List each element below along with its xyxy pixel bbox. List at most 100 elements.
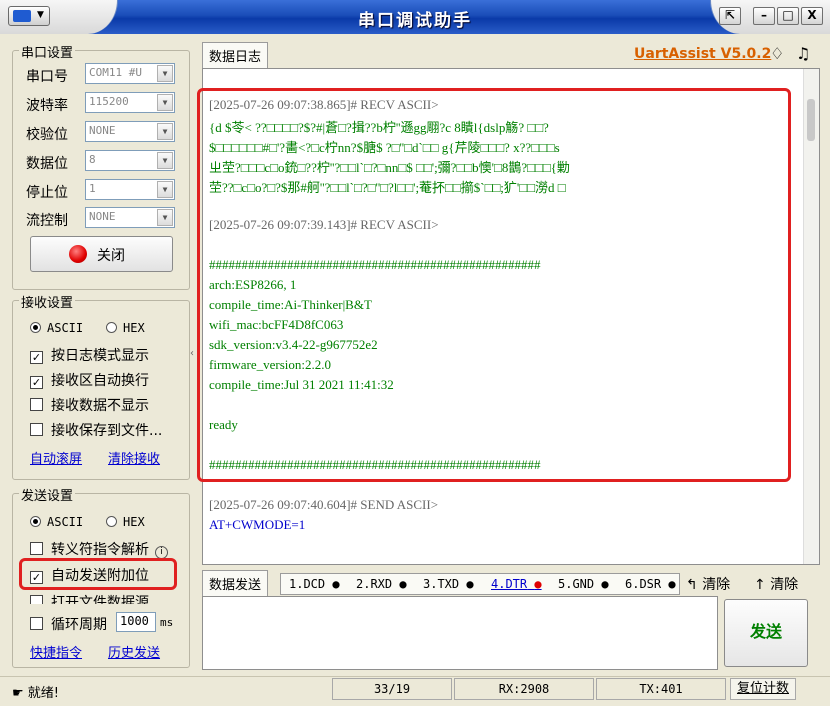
- check-icon: ✓: [30, 376, 43, 389]
- receive-log-mode-checkbox[interactable]: ✓ 按日志模式显示: [30, 345, 149, 365]
- maximize-button[interactable]: □: [777, 7, 799, 25]
- pin-icon: ⇱: [724, 8, 736, 22]
- receive-ascii-radio[interactable]: ASCII: [30, 321, 83, 335]
- parity-select[interactable]: NONE ▼: [85, 121, 175, 142]
- shortcut-commands-link[interactable]: 快捷指令: [30, 642, 82, 661]
- receive-autowrap-checkbox[interactable]: ✓ 接收区自动换行: [30, 370, 149, 390]
- red-light-icon: [69, 245, 87, 263]
- chevron-down-icon[interactable]: ▼: [157, 152, 173, 169]
- send-history-link[interactable]: 历史发送: [108, 642, 160, 661]
- auto-append-checkbox[interactable]: ✓ 自动发送附加位: [30, 565, 149, 585]
- minimize-icon: –: [761, 8, 767, 22]
- tab-data-send[interactable]: 数据发送: [202, 570, 269, 596]
- stopbits-value: 1: [89, 182, 96, 195]
- stopbits-label: 停止位: [26, 185, 68, 201]
- chevron-down-icon[interactable]: ▼: [157, 94, 173, 111]
- diamond-icon[interactable]: ♢: [770, 44, 784, 63]
- receive-save-file-label: 接收保存到文件...: [51, 423, 163, 439]
- reset-count-button[interactable]: 复位计数: [730, 678, 796, 700]
- clear-send-button[interactable]: ↑ 清除: [754, 574, 798, 594]
- unchecked-box-icon: [30, 398, 43, 411]
- parity-value: NONE: [89, 124, 116, 137]
- splitter-arrow-icon[interactable]: ‹: [190, 348, 194, 359]
- auto-append-label: 自动发送附加位: [51, 568, 149, 584]
- receive-hide-checkbox[interactable]: 接收数据不显示: [30, 395, 149, 415]
- chevron-down-icon[interactable]: ▼: [157, 181, 173, 198]
- radio-empty-icon: [106, 322, 117, 333]
- bell-icon[interactable]: ♫: [796, 44, 810, 63]
- chevron-down-icon[interactable]: ▼: [157, 123, 173, 140]
- led-on-icon: ●: [534, 577, 542, 591]
- pin-dtr-label: 4.DTR: [491, 577, 528, 591]
- clear-send-label: 清除: [770, 577, 799, 593]
- receive-save-file-checkbox[interactable]: 接收保存到文件...: [30, 420, 162, 440]
- send-hex-label: HEX: [123, 515, 145, 529]
- receive-hide-label: 接收数据不显示: [51, 398, 149, 414]
- pin-txd-label: 3.TXD: [423, 577, 460, 591]
- up-arrow-icon: ↑: [754, 577, 766, 593]
- send-hex-radio[interactable]: HEX: [106, 515, 145, 529]
- chevron-down-icon[interactable]: ▼: [157, 209, 173, 226]
- send-input[interactable]: [202, 596, 718, 670]
- escape-parse-checkbox[interactable]: 转义符指令解析 i: [30, 539, 168, 559]
- led-off-icon: ●: [332, 577, 340, 591]
- unchecked-box-icon: [30, 595, 43, 604]
- pin-rxd-label: 2.RXD: [356, 577, 393, 591]
- log-scroll-thumb[interactable]: [807, 99, 815, 141]
- close-button[interactable]: X: [801, 7, 823, 25]
- pin-dcd-label: 1.DCD: [289, 577, 326, 591]
- unchecked-box-icon: [30, 617, 43, 630]
- restore-button[interactable]: ⇱: [719, 7, 741, 25]
- databits-select[interactable]: 8 ▼: [85, 150, 175, 171]
- status-ready-text: 就绪!: [27, 686, 60, 701]
- maximize-icon: □: [782, 8, 794, 22]
- cycle-period-checkbox[interactable]: 循环周期: [30, 614, 107, 634]
- autoscroll-link[interactable]: 自动滚屏: [30, 448, 82, 467]
- escape-parse-label: 转义符指令解析: [51, 542, 149, 558]
- minimize-button[interactable]: –: [753, 7, 775, 25]
- status-rx: RX:2908: [454, 678, 594, 700]
- port-label: 串口号: [26, 69, 68, 85]
- led-off-icon: ●: [668, 577, 676, 591]
- radio-selected-icon: [30, 516, 41, 527]
- log-scrollbar[interactable]: [803, 69, 819, 564]
- stopbits-select[interactable]: 1 ▼: [85, 179, 175, 200]
- led-off-icon: ●: [601, 577, 609, 591]
- send-ascii-label: ASCII: [47, 515, 84, 529]
- pin-dsr: 6.DSR ●: [625, 577, 676, 591]
- file-source-checkbox[interactable]: 打开文件数据源...: [30, 592, 162, 604]
- receive-log-mode-label: 按日志模式显示: [51, 348, 149, 364]
- pin-gnd-label: 5.GND: [558, 577, 595, 591]
- pin-status-bar: 1.DCD ● 2.RXD ● 3.TXD ● 4.DTR ● 5.GND ● …: [280, 573, 680, 595]
- flow-select[interactable]: NONE ▼: [85, 207, 175, 228]
- send-button[interactable]: 发送: [724, 599, 808, 667]
- brand-link[interactable]: UartAssist V5.0.2: [634, 46, 771, 62]
- unchecked-box-icon: [30, 423, 43, 436]
- baud-select[interactable]: 115200 ▼: [85, 92, 175, 113]
- clear-receive-button[interactable]: ↰ 清除: [686, 574, 730, 594]
- pin-gnd: 5.GND ●: [558, 577, 609, 591]
- check-icon: ✓: [30, 571, 43, 584]
- close-port-button[interactable]: 关闭: [30, 236, 173, 272]
- close-icon: X: [807, 8, 817, 22]
- receive-hex-label: HEX: [123, 321, 145, 335]
- period-input[interactable]: 1000: [116, 612, 156, 632]
- led-off-icon: ●: [466, 577, 474, 591]
- pin-dsr-label: 6.DSR: [625, 577, 662, 591]
- tab-data-log[interactable]: 数据日志: [202, 42, 269, 68]
- title-right-panel: ⇱ – □ X: [710, 0, 830, 34]
- pin-rxd: 2.RXD ●: [356, 577, 407, 591]
- receive-autowrap-label: 接收区自动换行: [51, 373, 149, 389]
- hand-pointer-icon: ☛: [12, 686, 24, 701]
- pin-dtr[interactable]: 4.DTR ●: [491, 577, 542, 591]
- send-ascii-radio[interactable]: ASCII: [30, 515, 83, 529]
- highlight-frame-log: [197, 88, 791, 482]
- chevron-down-icon[interactable]: ▼: [157, 65, 173, 82]
- unchecked-box-icon: [30, 542, 43, 555]
- parity-label: 校验位: [26, 127, 68, 143]
- receive-hex-radio[interactable]: HEX: [106, 321, 145, 335]
- clear-receive-link[interactable]: 清除接收: [108, 448, 160, 467]
- databits-label: 数据位: [26, 156, 68, 172]
- baud-label: 波特率: [26, 98, 68, 114]
- port-select[interactable]: COM11 #U ▼: [85, 63, 175, 84]
